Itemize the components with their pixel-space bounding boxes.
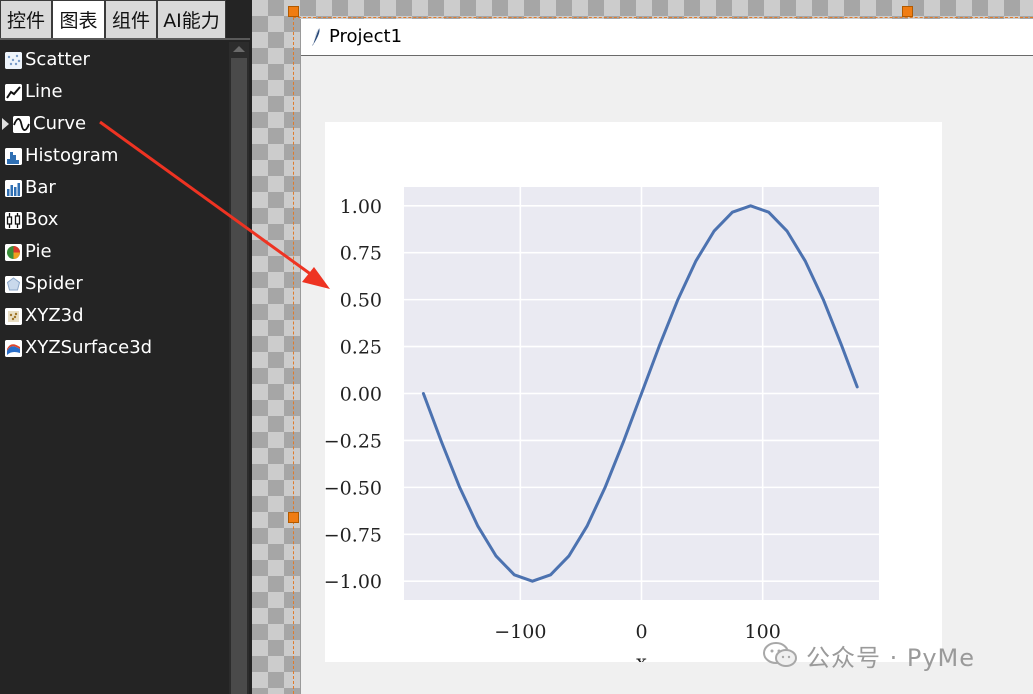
y-tick-label: −0.75 (325, 524, 382, 546)
list-item-histogram[interactable]: Histogram (0, 140, 224, 172)
list-item-curve[interactable]: Curve (0, 108, 224, 140)
selection-border-top (293, 17, 1033, 18)
spider-icon (5, 276, 22, 293)
xyz3d-icon (5, 308, 22, 325)
y-tick-label: −0.25 (325, 430, 382, 452)
tab-bar: 控件 图表 组件 AI能力 (0, 0, 226, 38)
box-icon (5, 212, 22, 229)
scroll-up-icon[interactable] (233, 46, 245, 52)
list-item-xyz3d[interactable]: XYZ3d (0, 300, 224, 332)
selection-border-left (293, 12, 294, 694)
drag-indicator-icon (2, 118, 9, 130)
list-item-label: Pie (25, 241, 52, 262)
list-item-label: XYZSurface3d (25, 337, 153, 358)
line-icon (5, 84, 22, 101)
list-item-line[interactable]: Line (0, 76, 224, 108)
y-tick-label: 1.00 (340, 196, 382, 218)
list-item-pie[interactable]: Pie (0, 236, 224, 268)
y-tick-label: 0.50 (340, 290, 382, 312)
tab-components[interactable]: 组件 (105, 0, 157, 38)
list-item-spider[interactable]: Spider (0, 268, 224, 300)
curve-icon (13, 116, 30, 133)
list-item-label: Line (25, 81, 63, 102)
y-tick-label: 0.75 (340, 243, 382, 265)
list-item-label: Bar (25, 177, 56, 198)
x-axis-label: x (636, 651, 647, 662)
component-panel: 控件 图表 组件 AI能力 Scatter Line Curve Histogr… (0, 0, 252, 694)
surface3d-icon (5, 340, 22, 357)
chart-widget[interactable]: 1.00 0.75 0.50 0.25 0.00 −0.25 −0.50 −0.75 −1.00… (324, 122, 942, 673)
resize-handle-middle-left[interactable] (288, 512, 299, 523)
list-item-xyzsurface3d[interactable]: XYZSurface3d (0, 332, 224, 364)
y-tick-label: 0.25 (340, 337, 382, 359)
tab-ai[interactable]: AI能力 (157, 0, 226, 38)
list-item-label: Spider (25, 273, 83, 294)
resize-handle-top-center[interactable] (902, 6, 913, 17)
scatter-icon (5, 52, 22, 69)
list-item-label: XYZ3d (25, 305, 84, 326)
list-item-scatter[interactable]: Scatter (0, 44, 224, 76)
watermark: 公众号 · PyMe (762, 638, 975, 672)
x-tick-label: −100 (494, 621, 546, 643)
list-item-box[interactable]: Box (0, 204, 224, 236)
x-tick-label: 0 (635, 621, 647, 643)
resize-handle-top-left[interactable] (288, 6, 299, 17)
bar-icon (5, 180, 22, 197)
tab-controls[interactable]: 控件 (0, 0, 52, 38)
chart-type-list: Scatter Line Curve Histogram Bar Box Pie (0, 44, 224, 364)
project-window: Project1 1.00 0.75 0.50 0.25 0.00 −0.25 −0.50 −… (300, 19, 1033, 694)
y-tick-label: −1.00 (325, 571, 382, 593)
list-item-label: Scatter (25, 49, 90, 70)
y-tick-label: 0.00 (340, 384, 382, 406)
scrollbar-thumb[interactable] (231, 58, 247, 694)
tab-divider (0, 38, 250, 40)
list-item-label: Histogram (25, 145, 119, 166)
list-item-label: Curve (33, 113, 87, 134)
watermark-text: 公众号 · PyMe (806, 643, 976, 672)
pie-icon (5, 244, 22, 261)
window-titlebar[interactable]: Project1 (301, 19, 1033, 56)
tab-charts[interactable]: 图表 (52, 0, 105, 38)
chart-figure: 1.00 0.75 0.50 0.25 0.00 −0.25 −0.50 −0.75 −1.00… (324, 122, 942, 673)
window-title: Project1 (329, 26, 403, 47)
list-item-label: Box (25, 209, 59, 230)
feather-icon (312, 27, 320, 46)
y-tick-label: −0.50 (325, 477, 382, 499)
wechat-icon (763, 642, 797, 667)
histogram-icon (5, 148, 22, 165)
list-item-bar[interactable]: Bar (0, 172, 224, 204)
